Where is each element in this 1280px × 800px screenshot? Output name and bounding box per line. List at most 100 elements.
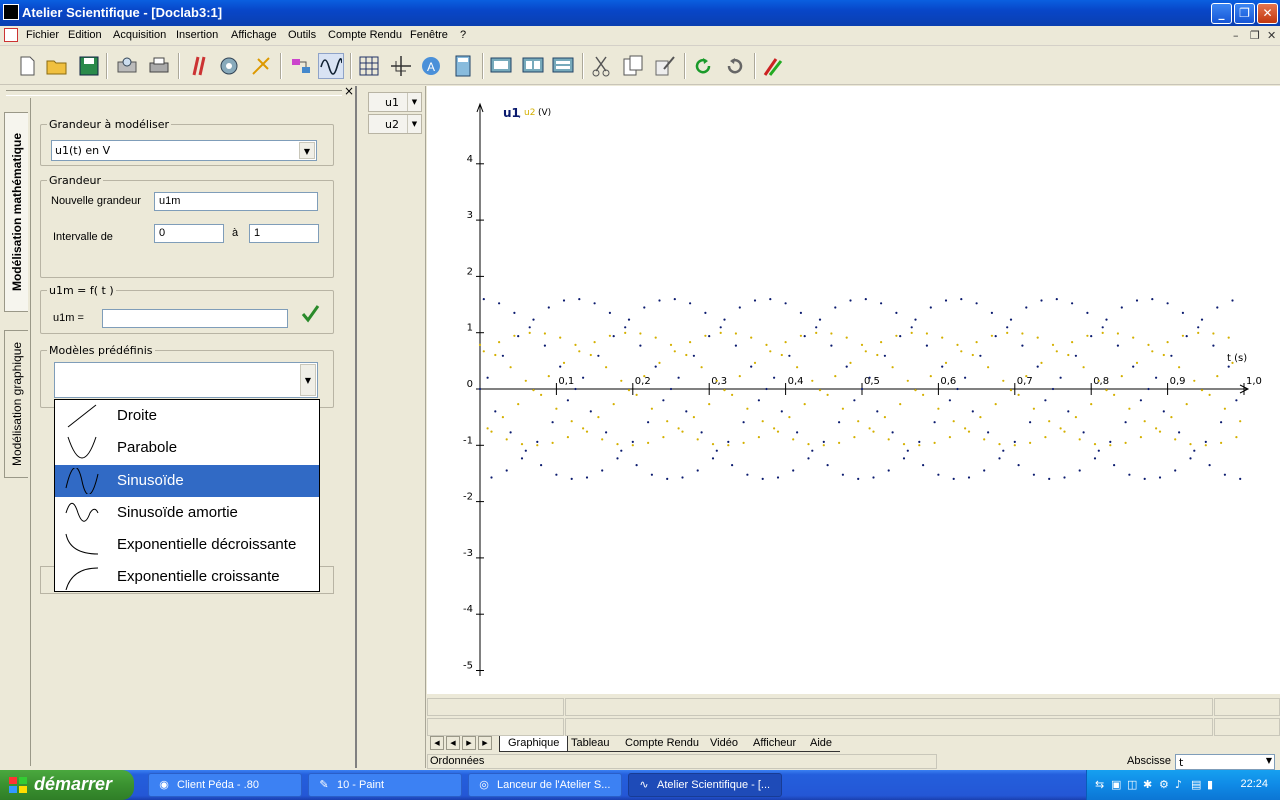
print-preview-icon[interactable] xyxy=(114,53,140,79)
undo-icon[interactable] xyxy=(690,53,716,79)
grid-icon[interactable] xyxy=(356,53,382,79)
start-button[interactable]: démarrer xyxy=(0,770,134,800)
print-icon[interactable] xyxy=(146,53,172,79)
volume-icon[interactable]: ♪ xyxy=(1175,778,1182,791)
save-icon[interactable] xyxy=(76,53,102,79)
screen1-icon[interactable] xyxy=(488,53,514,79)
option-sinusoide-amortie[interactable]: Sinusoïde amortie xyxy=(55,497,319,529)
menu-fichier[interactable]: Fichier xyxy=(26,29,59,41)
network-icon[interactable]: ⇆ xyxy=(1095,778,1104,791)
report-icon[interactable] xyxy=(760,53,786,79)
chevron-down-icon[interactable]: ▼ xyxy=(407,115,421,133)
open-folder-icon[interactable] xyxy=(44,53,70,79)
abscisse-select[interactable]: t ▼ xyxy=(1175,754,1275,770)
calculator-icon[interactable] xyxy=(450,53,476,79)
tab-modelisation-mathematique[interactable]: Modélisation mathématique xyxy=(4,112,28,312)
validate-check-icon[interactable] xyxy=(300,304,320,327)
menu-fenetre[interactable]: Fenêtre xyxy=(410,29,448,41)
curve-icon[interactable] xyxy=(318,53,344,79)
doc-icon[interactable] xyxy=(4,28,18,42)
menu-compte-rendu[interactable]: Compte Rendu xyxy=(328,29,402,41)
nouvelle-grandeur-input[interactable]: u1m xyxy=(154,192,318,211)
intervalle-to-input[interactable]: 1 xyxy=(249,224,319,243)
option-sinusoide-amortie-label: Sinusoïde amortie xyxy=(117,504,238,521)
mdi-minimize-button[interactable]: – xyxy=(1233,29,1239,42)
close-button[interactable]: ✕ xyxy=(1257,3,1278,24)
task-atelier-scientifique[interactable]: ∿ Atelier Scientifique - [... xyxy=(628,773,782,797)
annotate-icon[interactable]: A xyxy=(418,53,444,79)
last-tab-button[interactable]: ▶ xyxy=(478,736,492,750)
grandeur-select[interactable]: u1(t) en V ▼ xyxy=(51,140,317,161)
task-client-peda[interactable]: ◉ Client Péda - .80 xyxy=(148,773,302,797)
redo-icon[interactable] xyxy=(722,53,748,79)
series-select-u1[interactable]: u1 ▼ xyxy=(368,92,422,112)
intervalle-label: Intervalle de xyxy=(53,231,113,243)
prev-tab-button[interactable]: ◀ xyxy=(446,736,460,750)
point-u1 xyxy=(971,410,974,413)
task-paint[interactable]: ✎ 10 - Paint xyxy=(308,773,462,797)
point-u2 xyxy=(849,361,852,364)
cut-icon[interactable] xyxy=(588,53,614,79)
intervalle-from-input[interactable]: 0 xyxy=(154,224,224,243)
paste-icon[interactable] xyxy=(620,53,646,79)
tab-graphique[interactable]: Graphique xyxy=(499,736,569,752)
point-u1 xyxy=(574,387,577,391)
security-icon[interactable]: ✱ xyxy=(1143,778,1152,791)
new-doc-icon[interactable] xyxy=(14,53,40,79)
option-exponentielle-croissante[interactable]: Exponentielle croissante xyxy=(55,561,319,593)
point-u1 xyxy=(1143,477,1146,480)
menu-affichage[interactable]: Affichage xyxy=(231,29,277,41)
mdi-restore-button[interactable]: ❐ xyxy=(1250,29,1260,42)
restore-button[interactable]: ❐ xyxy=(1234,3,1255,24)
option-sinusoide[interactable]: Sinusoïde xyxy=(55,465,319,497)
sensor-icon[interactable] xyxy=(216,53,242,79)
screen3-icon[interactable] xyxy=(550,53,576,79)
chevron-down-icon[interactable]: ▼ xyxy=(300,364,316,396)
crosshair-icon[interactable] xyxy=(388,53,414,79)
display-icon[interactable]: ▣ xyxy=(1111,778,1121,791)
magic-icon[interactable] xyxy=(652,53,678,79)
tools-icon[interactable] xyxy=(248,53,274,79)
minimize-button[interactable]: _ xyxy=(1211,3,1232,24)
mdi-close-button[interactable]: ✕ xyxy=(1267,29,1276,42)
tab-afficheur[interactable]: Afficheur xyxy=(745,736,805,752)
chevron-down-icon[interactable]: ▼ xyxy=(407,93,421,111)
screen2-icon[interactable] xyxy=(520,53,546,79)
scatter-plot[interactable]: 4 3 2 1 0 -1 -2 -3 -4 -5 0,1 0,2 0,3 0,4 0,5 0,6 0,7 0,8 0… xyxy=(427,86,1280,694)
next-tab-button[interactable]: ▶ xyxy=(462,736,476,750)
network-status-icon[interactable]: ▤ xyxy=(1191,778,1201,791)
equation-input[interactable] xyxy=(102,309,288,328)
graph-area[interactable]: 4 3 2 1 0 -1 -2 -3 -4 -5 0,1 0,2 0,3 0,4 0,5 0,6 0,7 0,8 0… xyxy=(427,86,1280,694)
menu-acquisition[interactable]: Acquisition xyxy=(113,29,166,41)
point-u1 xyxy=(769,298,772,301)
point-u2 xyxy=(627,389,631,392)
monitor-icon[interactable]: ◫ xyxy=(1127,778,1137,791)
tab-compte-rendu[interactable]: Compte Rendu xyxy=(617,736,707,752)
tab-video[interactable]: Vidéo xyxy=(702,736,746,752)
point-u2 xyxy=(700,366,703,369)
point-u2 xyxy=(1158,430,1162,433)
point-u1 xyxy=(1162,410,1165,413)
acquisition-icon[interactable] xyxy=(186,53,212,79)
panel-close-icon[interactable]: × xyxy=(343,85,355,98)
menu-help[interactable]: ? xyxy=(460,29,466,41)
tab-modelisation-graphique[interactable]: Modélisation graphique xyxy=(4,330,28,478)
menu-insertion[interactable]: Insertion xyxy=(176,29,218,41)
tab-tableau[interactable]: Tableau xyxy=(563,736,618,752)
tool-icon[interactable]: ⚙ xyxy=(1159,778,1169,791)
model-icon[interactable] xyxy=(288,53,314,79)
task-lanceur[interactable]: ◎ Lanceur de l'Atelier S... xyxy=(468,773,622,797)
tab-aide[interactable]: Aide xyxy=(802,736,841,752)
option-exponentielle-decroissante[interactable]: Exponentielle décroissante xyxy=(55,529,319,561)
menu-outils[interactable]: Outils xyxy=(288,29,316,41)
series-select-u2[interactable]: u2 ▼ xyxy=(368,114,422,134)
menu-edition[interactable]: Edition xyxy=(68,29,102,41)
battery-icon[interactable]: ▮ xyxy=(1207,778,1213,791)
modeles-predefinis-select[interactable]: ▼ xyxy=(54,362,318,398)
chevron-down-icon[interactable]: ▼ xyxy=(1266,756,1272,765)
point-u1 xyxy=(1158,476,1162,479)
first-tab-button[interactable]: ◀ xyxy=(430,736,444,750)
option-parabole[interactable]: Parabole xyxy=(55,432,319,464)
chevron-down-icon[interactable]: ▼ xyxy=(299,142,315,159)
option-droite[interactable]: Droite xyxy=(55,400,319,432)
